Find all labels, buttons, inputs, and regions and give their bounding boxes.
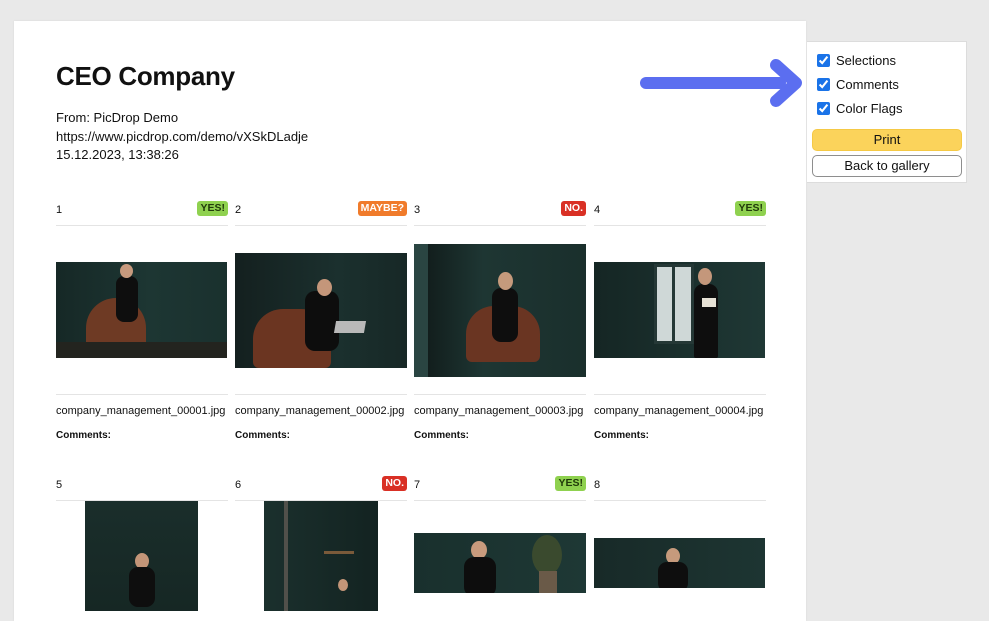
page-title: CEO Company	[56, 61, 235, 91]
divider	[414, 500, 586, 501]
status-badge: MAYBE?	[357, 201, 407, 216]
file-name: company_management_00003.jpg	[414, 405, 584, 417]
status-badge: NO.	[561, 201, 586, 216]
photo-thumbnail[interactable]	[414, 533, 586, 593]
file-name: company_management_00004.jpg	[594, 405, 764, 417]
status-badge: YES!	[735, 201, 766, 216]
divider	[235, 225, 407, 226]
divider	[414, 225, 586, 226]
image-number: 3	[414, 204, 421, 216]
divider	[594, 394, 766, 395]
date-line: 15.12.2023, 13:38:26	[56, 147, 179, 162]
file-name: company_management_00001.jpg	[56, 405, 226, 417]
image-number: 2	[235, 204, 242, 216]
photo-thumbnail[interactable]	[264, 501, 378, 611]
comments-label: Comments:	[414, 430, 470, 441]
image-number: 6	[235, 479, 242, 491]
from-line: From: PicDrop Demo	[56, 110, 179, 125]
image-number: 1	[56, 204, 63, 216]
gallery-meta: From: PicDrop Demo https://www.picdrop.c…	[56, 109, 308, 165]
photo-thumbnail[interactable]	[594, 262, 765, 358]
option-comments[interactable]: Comments	[817, 76, 899, 92]
divider	[56, 394, 228, 395]
image-number: 5	[56, 479, 63, 491]
back-to-gallery-button[interactable]: Back to gallery	[812, 155, 962, 177]
photo-thumbnail[interactable]	[85, 501, 198, 611]
photo-thumbnail[interactable]	[594, 538, 765, 588]
divider	[414, 394, 586, 395]
option-selections[interactable]: Selections	[817, 52, 896, 68]
photo-thumbnail[interactable]	[414, 244, 586, 377]
comments-checkbox[interactable]	[817, 77, 830, 91]
selections-checkbox[interactable]	[817, 53, 830, 67]
comments-label: Comments:	[594, 430, 650, 441]
status-badge: YES!	[555, 476, 586, 491]
photo-thumbnail[interactable]	[56, 262, 227, 358]
status-badge: NO.	[382, 476, 407, 491]
comments-label: Comments:	[56, 430, 112, 441]
status-badge: YES!	[197, 201, 228, 216]
print-options-panel: Selections Comments Color Flags Print Ba…	[807, 41, 967, 183]
color-flags-checkbox[interactable]	[817, 101, 830, 115]
photo-thumbnail[interactable]	[235, 253, 407, 368]
arrow-right-icon	[640, 59, 802, 107]
image-number: 4	[594, 204, 601, 216]
print-button[interactable]: Print	[812, 129, 962, 151]
selections-label: Selections	[836, 52, 896, 68]
file-name: company_management_00002.jpg	[235, 405, 405, 417]
option-color-flags[interactable]: Color Flags	[817, 100, 902, 116]
divider	[235, 394, 407, 395]
divider	[594, 225, 766, 226]
comments-label: Comments:	[235, 430, 291, 441]
divider	[56, 225, 228, 226]
image-number: 7	[414, 479, 421, 491]
divider	[594, 500, 766, 501]
color-flags-label: Color Flags	[836, 100, 903, 116]
gallery-url: https://www.picdrop.com/demo/vXSkDLadje	[56, 128, 309, 144]
image-number: 8	[594, 479, 601, 491]
print-sheet: CEO Company From: PicDrop Demo https://w…	[14, 21, 806, 621]
comments-option-label: Comments	[836, 76, 899, 92]
